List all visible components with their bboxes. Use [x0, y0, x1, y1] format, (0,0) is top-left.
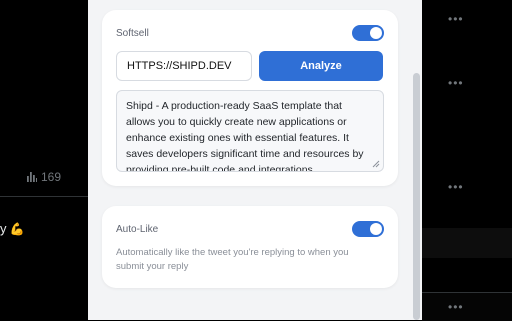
more-options-icon[interactable]: •••: [448, 180, 463, 194]
softsell-card: Softsell Analyze Shipd - A production-re…: [102, 10, 398, 186]
more-options-icon[interactable]: •••: [448, 12, 463, 26]
more-options-icon[interactable]: •••: [448, 76, 463, 90]
analytics-icon: [27, 172, 37, 182]
softsell-toggle[interactable]: [352, 25, 384, 41]
toggle-knob: [370, 223, 382, 235]
resize-grip-icon[interactable]: [372, 160, 380, 168]
autolike-card: Auto-Like Automatically like the tweet y…: [102, 206, 398, 288]
background-feed-left: 169 y 💪: [0, 0, 88, 320]
feed-row-highlight: [422, 228, 512, 258]
autolike-toggle[interactable]: [352, 221, 384, 237]
autolike-description: Automatically like the tweet you're repl…: [116, 247, 349, 272]
background-feed-right: [422, 0, 512, 321]
softsell-title: Softsell: [116, 28, 149, 39]
view-count: 169: [41, 170, 62, 184]
toggle-knob: [370, 27, 382, 39]
analyze-button[interactable]: Analyze: [259, 51, 383, 81]
flexed-biceps-emoji: 💪: [9, 221, 25, 236]
autolike-title: Auto-Like: [116, 224, 159, 235]
feed-row: [422, 292, 512, 321]
panel-scrollbar-thumb[interactable]: [413, 73, 420, 320]
tweet-tail-text: y: [0, 221, 7, 236]
product-description-textarea[interactable]: Shipd - A production-ready SaaS template…: [116, 90, 384, 172]
view-count-stat[interactable]: 169: [27, 170, 61, 184]
more-options-icon[interactable]: •••: [448, 300, 463, 314]
url-input[interactable]: [116, 51, 252, 81]
product-description-text: Shipd - A production-ready SaaS template…: [126, 100, 364, 172]
feed-divider: [0, 196, 88, 197]
tweet-text-fragment: y 💪: [0, 221, 24, 236]
